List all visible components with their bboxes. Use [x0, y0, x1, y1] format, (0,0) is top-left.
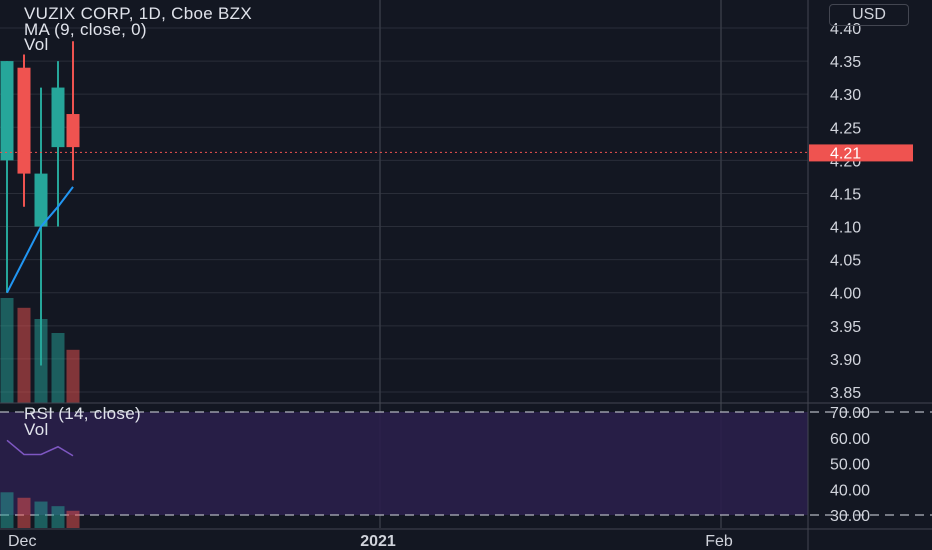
- price-tick-label: 3.95: [830, 319, 861, 336]
- time-tick-label: Dec: [8, 533, 36, 550]
- time-tick-label: Feb: [705, 533, 733, 550]
- rsi-tick-label: 70.00: [830, 405, 870, 422]
- volume-bar: [0, 298, 14, 403]
- rsi-tick-label: 60.00: [830, 431, 870, 448]
- candle-body: [0, 61, 14, 161]
- price-tick-label: 4.35: [830, 54, 861, 71]
- rsi-band: [0, 412, 808, 515]
- price-tick-label: 3.90: [830, 352, 861, 369]
- rsi-volume-bar: [17, 497, 31, 528]
- volume-bar: [66, 349, 80, 403]
- candle-body: [51, 87, 65, 148]
- candle-body: [17, 67, 31, 174]
- rsi-volume-bar: [34, 501, 48, 528]
- rsi-pane: [0, 411, 932, 516]
- rsi-tick-label: 40.00: [830, 482, 870, 499]
- candle-body: [34, 173, 48, 227]
- volume-bar: [17, 307, 31, 403]
- candle-body: [66, 114, 80, 148]
- rsi-tick-label: 50.00: [830, 457, 870, 474]
- rsi-vol-legend[interactable]: Vol: [24, 421, 49, 438]
- currency-button[interactable]: USD: [829, 4, 909, 26]
- rsi-volume-bar: [51, 506, 65, 528]
- price-tick-label: 4.30: [830, 87, 861, 104]
- price-tick-label: 4.15: [830, 186, 861, 203]
- time-tick-label: 2021: [360, 533, 396, 550]
- vol-legend[interactable]: Vol: [24, 36, 49, 53]
- price-tick-label: 4.00: [830, 286, 861, 303]
- price-tick-label: 4.25: [830, 120, 861, 137]
- rsi-volume-bar: [66, 510, 80, 528]
- price-tick-label: 3.85: [830, 385, 861, 402]
- last-price-label: 4.21: [830, 145, 861, 162]
- chart-canvas[interactable]: 4.404.354.304.254.204.154.104.054.003.95…: [0, 0, 932, 550]
- price-tick-label: 4.05: [830, 253, 861, 270]
- rsi-volume-bar: [0, 492, 14, 528]
- price-tick-label: 4.10: [830, 220, 861, 237]
- volume-bar: [51, 333, 65, 403]
- rsi-tick-label: 30.00: [830, 508, 870, 525]
